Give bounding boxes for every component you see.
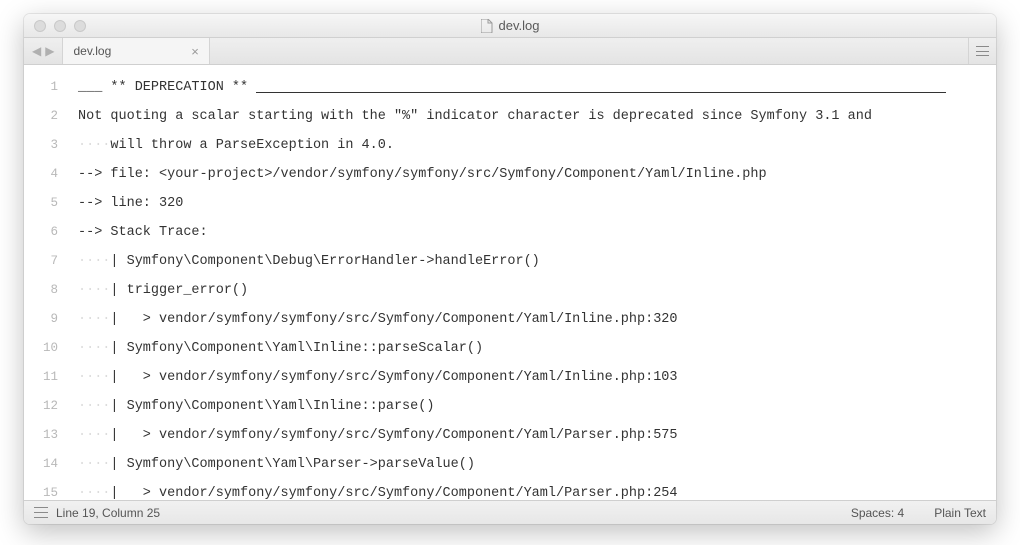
- code-line[interactable]: ····| Symfony\Component\Yaml\Inline::par…: [70, 334, 996, 363]
- code-text: | > vendor/symfony/symfony/src/Symfony/C…: [110, 363, 677, 392]
- editor-area[interactable]: 123456789101112131415 ___ ** DEPRECATION…: [24, 65, 996, 500]
- code-text: | Symfony\Component\Yaml\Inline::parse(): [110, 392, 434, 421]
- tab-dev-log[interactable]: dev.log ×: [62, 38, 209, 64]
- nav-back-button[interactable]: ◀: [32, 45, 41, 57]
- whitespace-indicator: ····: [78, 247, 110, 276]
- whitespace-indicator: ····: [78, 334, 110, 363]
- code-text: | Symfony\Component\Debug\ErrorHandler->…: [110, 247, 539, 276]
- menu-icon: [976, 46, 989, 56]
- line-number: 1: [24, 73, 70, 102]
- code-line[interactable]: --> Stack Trace:: [70, 218, 996, 247]
- line-number: 8: [24, 276, 70, 305]
- code-text: | > vendor/symfony/symfony/src/Symfony/C…: [110, 421, 677, 450]
- code-text: ___ ** DEPRECATION **: [78, 73, 256, 102]
- code-text: Not quoting a scalar starting with the "…: [78, 102, 872, 131]
- window-controls: [34, 20, 86, 32]
- line-number: 7: [24, 247, 70, 276]
- whitespace-indicator: ····: [78, 479, 110, 500]
- code-text: --> file: <your-project>/vendor/symfony/…: [78, 160, 767, 189]
- line-number: 14: [24, 450, 70, 479]
- close-tab-button[interactable]: ×: [191, 44, 199, 59]
- line-number: 15: [24, 479, 70, 500]
- line-number-gutter: 123456789101112131415: [24, 65, 70, 500]
- code-line[interactable]: ····| Symfony\Component\Yaml\Parser->par…: [70, 450, 996, 479]
- code-line[interactable]: ····| > vendor/symfony/symfony/src/Symfo…: [70, 479, 996, 500]
- tabstrip: ◀ ▶ dev.log ×: [24, 38, 996, 65]
- document-icon: [481, 19, 493, 33]
- window-title: dev.log: [481, 18, 540, 33]
- code-text: | Symfony\Component\Yaml\Parser->parseVa…: [110, 450, 475, 479]
- tab-label: dev.log: [73, 44, 111, 58]
- code-line[interactable]: ····| > vendor/symfony/symfony/src/Symfo…: [70, 421, 996, 450]
- line-number: 5: [24, 189, 70, 218]
- whitespace-indicator: ····: [78, 305, 110, 334]
- whitespace-indicator: ····: [78, 450, 110, 479]
- statusbar: Line 19, Column 25 Spaces: 4 Plain Text: [24, 500, 996, 524]
- status-indentation[interactable]: Spaces: 4: [851, 506, 904, 520]
- code-content[interactable]: ___ ** DEPRECATION ** Not quoting a scal…: [70, 65, 996, 500]
- nav-forward-button[interactable]: ▶: [45, 45, 54, 57]
- code-line[interactable]: ····| Symfony\Component\Debug\ErrorHandl…: [70, 247, 996, 276]
- code-line[interactable]: --> file: <your-project>/vendor/symfony/…: [70, 160, 996, 189]
- zoom-window-button[interactable]: [74, 20, 86, 32]
- section-underline: [256, 83, 946, 93]
- code-text: --> Stack Trace:: [78, 218, 208, 247]
- whitespace-indicator: ····: [78, 421, 110, 450]
- line-number: 10: [24, 334, 70, 363]
- status-cursor-position[interactable]: Line 19, Column 25: [56, 506, 160, 520]
- code-line[interactable]: ····| > vendor/symfony/symfony/src/Symfo…: [70, 305, 996, 334]
- line-number: 6: [24, 218, 70, 247]
- line-number: 4: [24, 160, 70, 189]
- code-text: | > vendor/symfony/symfony/src/Symfony/C…: [110, 479, 677, 500]
- code-line[interactable]: ___ ** DEPRECATION **: [70, 73, 996, 102]
- code-line[interactable]: Not quoting a scalar starting with the "…: [70, 102, 996, 131]
- code-line[interactable]: ····| Symfony\Component\Yaml\Inline::par…: [70, 392, 996, 421]
- code-line[interactable]: ····| > vendor/symfony/symfony/src/Symfo…: [70, 363, 996, 392]
- code-line[interactable]: --> line: 320: [70, 189, 996, 218]
- code-line[interactable]: ····will throw a ParseException in 4.0.: [70, 131, 996, 160]
- status-syntax[interactable]: Plain Text: [934, 506, 986, 520]
- whitespace-indicator: ····: [78, 363, 110, 392]
- tab-overflow-button[interactable]: [968, 38, 996, 64]
- whitespace-indicator: ····: [78, 131, 110, 160]
- code-text: will throw a ParseException in 4.0.: [110, 131, 394, 160]
- line-number: 11: [24, 363, 70, 392]
- line-number: 9: [24, 305, 70, 334]
- whitespace-indicator: ····: [78, 392, 110, 421]
- line-number: 3: [24, 131, 70, 160]
- line-number: 13: [24, 421, 70, 450]
- titlebar[interactable]: dev.log: [24, 14, 996, 38]
- whitespace-indicator: ····: [78, 276, 110, 305]
- window-title-text: dev.log: [499, 18, 540, 33]
- code-line[interactable]: ····| trigger_error(): [70, 276, 996, 305]
- code-text: | trigger_error(): [110, 276, 248, 305]
- panel-switcher-icon[interactable]: [34, 507, 48, 518]
- editor-window: dev.log ◀ ▶ dev.log × 123456789101112131…: [24, 14, 996, 524]
- code-text: | > vendor/symfony/symfony/src/Symfony/C…: [110, 305, 677, 334]
- code-text: | Symfony\Component\Yaml\Inline::parseSc…: [110, 334, 483, 363]
- minimize-window-button[interactable]: [54, 20, 66, 32]
- code-text: --> line: 320: [78, 189, 183, 218]
- line-number: 12: [24, 392, 70, 421]
- close-window-button[interactable]: [34, 20, 46, 32]
- tab-history-nav: ◀ ▶: [24, 38, 62, 64]
- line-number: 2: [24, 102, 70, 131]
